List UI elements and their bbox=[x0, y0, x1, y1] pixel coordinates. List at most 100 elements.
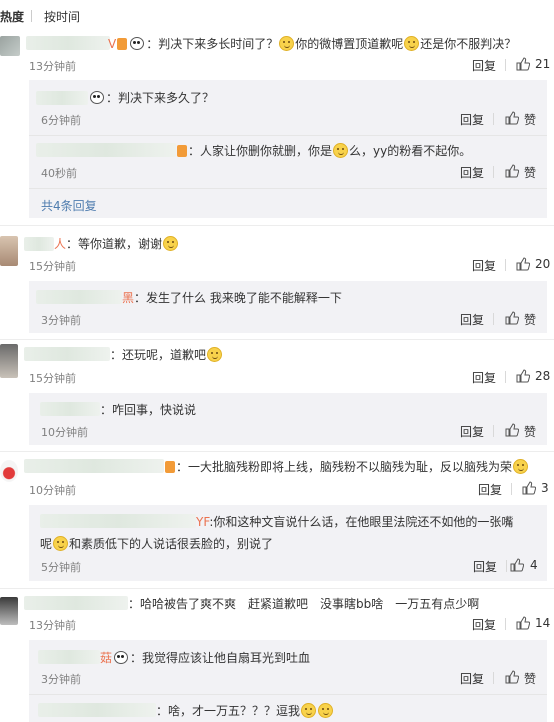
comment-text: ：还玩呢，道歉吧 bbox=[110, 348, 207, 362]
like-icon[interactable] bbox=[516, 257, 530, 271]
username-blurred[interactable] bbox=[24, 237, 54, 251]
action-divider bbox=[493, 313, 494, 325]
reply-button[interactable]: 回复 bbox=[460, 164, 484, 181]
smile-emoji-icon bbox=[163, 236, 179, 251]
like-icon[interactable] bbox=[510, 558, 524, 572]
username-blurred[interactable] bbox=[24, 347, 110, 361]
tab-hot[interactable]: 热度 bbox=[0, 8, 24, 25]
action-divider bbox=[505, 259, 506, 271]
username[interactable]: 菇 bbox=[100, 651, 112, 665]
reply-button[interactable]: 回复 bbox=[460, 423, 484, 440]
like-icon[interactable] bbox=[516, 369, 530, 383]
action-divider bbox=[505, 618, 506, 630]
username[interactable]: 黑 bbox=[122, 291, 134, 305]
reply-text: :你和这种文盲说什么话，在他眼里法院还不如他的一张嘴 bbox=[209, 515, 514, 529]
username[interactable]: 人 bbox=[54, 237, 66, 251]
panda-emoji-icon bbox=[90, 91, 104, 104]
username-blurred[interactable] bbox=[38, 703, 156, 717]
smile-emoji-icon bbox=[279, 36, 295, 51]
username-blurred[interactable] bbox=[24, 596, 128, 610]
like-icon[interactable] bbox=[505, 111, 519, 125]
like-label[interactable]: 赞 bbox=[524, 311, 536, 328]
like-icon[interactable] bbox=[505, 164, 519, 178]
username[interactable]: YF bbox=[196, 515, 209, 529]
reply-button[interactable]: 回复 bbox=[460, 111, 484, 128]
cat-emoji-icon bbox=[333, 143, 349, 158]
like-count: 3 bbox=[541, 481, 549, 495]
like-label[interactable]: 赞 bbox=[524, 111, 536, 128]
username-blurred[interactable] bbox=[26, 36, 110, 50]
reply-time: 10分钟前 bbox=[41, 426, 88, 439]
reply-text: ：我觉得应该让他自扇耳光到吐血 bbox=[130, 651, 311, 665]
reply-button[interactable]: 回复 bbox=[472, 257, 496, 274]
reply-time: 5分钟前 bbox=[41, 561, 81, 574]
like-label[interactable]: 赞 bbox=[524, 164, 536, 181]
like-icon[interactable] bbox=[505, 311, 519, 325]
comment-text: ：判决下来多长时间了？ bbox=[146, 37, 279, 51]
reply-body: 黑：发生了什么 我来晚了能不能解释一下 bbox=[122, 289, 342, 306]
comment-text: ：一大批脑残粉即将上线，脑残粉不以脑残为耻，反以脑残为荣 bbox=[176, 460, 513, 474]
reply-button[interactable]: 回复 bbox=[478, 481, 502, 498]
tab-time[interactable]: 按时间 bbox=[44, 8, 80, 25]
reply-text: ：啥，才一万五？？？逗我 bbox=[156, 704, 301, 718]
reply-time: 6分钟前 bbox=[41, 114, 81, 127]
reply-button[interactable]: 回复 bbox=[460, 670, 484, 687]
like-count: 28 bbox=[535, 369, 551, 383]
comment-body: V ：判决下来多长时间了？ 你的微博置顶道歉呢 还是你不服判决？ bbox=[108, 35, 516, 52]
like-label[interactable]: 赞 bbox=[524, 670, 536, 687]
comment-text: 还是你不服判决？ bbox=[420, 37, 517, 51]
like-icon[interactable] bbox=[505, 670, 519, 684]
username-blurred[interactable] bbox=[24, 459, 164, 473]
reply-text: ：判决下来多久了？ bbox=[106, 91, 215, 105]
username-blurred[interactable] bbox=[40, 514, 196, 528]
username-blurred[interactable] bbox=[36, 143, 176, 157]
avatar[interactable] bbox=[0, 460, 18, 482]
action-divider bbox=[493, 425, 494, 437]
avatar[interactable] bbox=[0, 344, 18, 378]
like-count: 21 bbox=[535, 57, 551, 71]
like-icon[interactable] bbox=[516, 57, 530, 71]
divider bbox=[29, 135, 547, 136]
reply-button[interactable]: 回复 bbox=[472, 369, 496, 386]
member-badge-icon bbox=[117, 38, 128, 50]
like-icon[interactable] bbox=[516, 616, 530, 630]
reply-button[interactable]: 回复 bbox=[460, 311, 484, 328]
reply-body: ：咋回事，快说说 bbox=[100, 401, 196, 418]
username-blurred[interactable] bbox=[38, 650, 100, 664]
reply-button[interactable]: 回复 bbox=[472, 57, 496, 74]
comment-body: ：还玩呢，道歉吧 bbox=[110, 346, 223, 363]
comment-text: ：等你道歉，谢谢 bbox=[66, 237, 163, 251]
comment-time: 10分钟前 bbox=[29, 484, 76, 497]
avatar[interactable] bbox=[0, 236, 18, 266]
comment-time: 13分钟前 bbox=[29, 619, 76, 632]
smile-emoji-icon bbox=[404, 36, 420, 51]
reply-body: ：判决下来多久了？ bbox=[88, 89, 214, 106]
reply-body: 菇 ：我觉得应该让他自扇耳光到吐血 bbox=[100, 649, 310, 666]
username-blurred[interactable] bbox=[40, 402, 100, 416]
username-blurred[interactable] bbox=[36, 91, 88, 105]
reply-time: 3分钟前 bbox=[41, 673, 81, 686]
like-icon[interactable] bbox=[522, 481, 536, 495]
like-label[interactable]: 赞 bbox=[524, 423, 536, 440]
action-divider bbox=[493, 113, 494, 125]
reply-button[interactable]: 回复 bbox=[473, 558, 497, 575]
divider bbox=[0, 588, 554, 589]
comment-text: 你的微博置顶道歉呢 bbox=[295, 37, 404, 51]
like-count: 20 bbox=[535, 257, 551, 271]
reply-button[interactable]: 回复 bbox=[472, 616, 496, 633]
action-divider bbox=[493, 166, 494, 178]
username-blurred[interactable] bbox=[36, 290, 122, 304]
like-count: 14 bbox=[535, 616, 551, 630]
more-replies-link[interactable]: 共4条回复 bbox=[41, 197, 97, 214]
avatar[interactable] bbox=[0, 597, 18, 625]
like-count: 4 bbox=[530, 558, 538, 572]
comment-body: 人：等你道歉，谢谢 bbox=[54, 235, 179, 252]
username[interactable]: V bbox=[108, 37, 116, 51]
avatar[interactable] bbox=[0, 36, 20, 56]
reply-text: 和素质低下的人说话很丢脸的，别说了 bbox=[69, 537, 274, 551]
like-icon[interactable] bbox=[505, 423, 519, 437]
comment-body: ：哈哈被告了爽不爽 赶紧道歉吧 没事瞎bb啥 一万五有点少啊 bbox=[128, 595, 479, 612]
reply-text: ：咋回事，快说说 bbox=[100, 403, 197, 417]
panda-emoji-icon bbox=[130, 37, 145, 50]
cat-emoji-icon bbox=[513, 459, 529, 474]
